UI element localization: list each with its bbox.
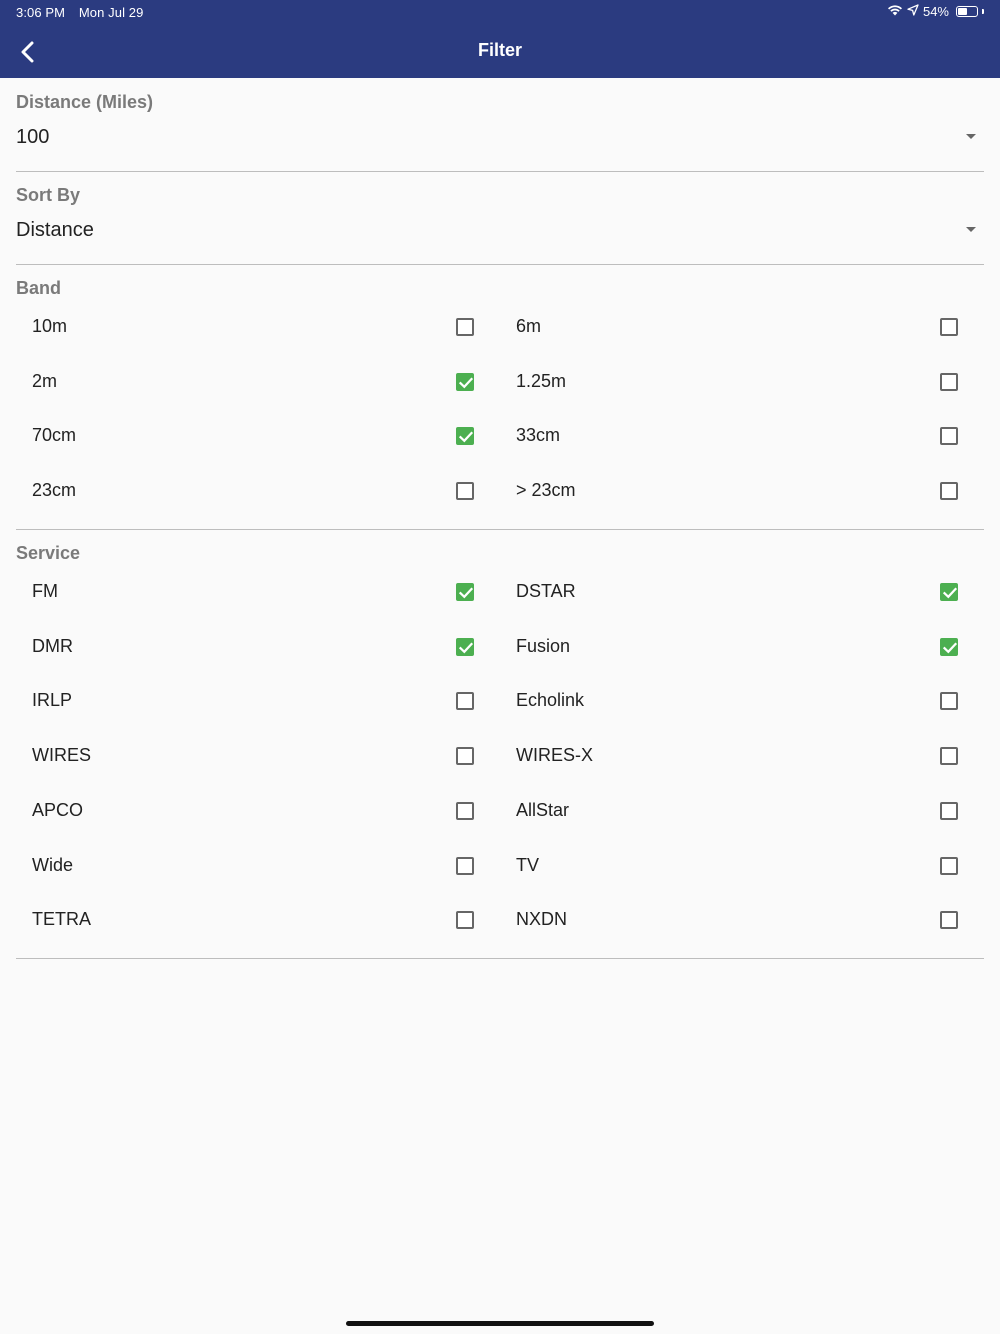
checkbox[interactable] bbox=[940, 692, 958, 711]
status-bar-right: 54% bbox=[887, 4, 984, 19]
checkbox[interactable] bbox=[940, 372, 958, 391]
battery-fill bbox=[958, 8, 967, 15]
checkmark-icon bbox=[458, 431, 474, 443]
option-label: Echolink bbox=[516, 690, 585, 711]
service-option-tv[interactable]: TV bbox=[500, 846, 984, 886]
band-option-1-25m[interactable]: 1.25m bbox=[500, 362, 984, 402]
service-option-allstar[interactable]: AllStar bbox=[500, 791, 984, 831]
checkbox[interactable] bbox=[456, 482, 474, 501]
checkbox[interactable] bbox=[940, 583, 958, 601]
service-option-wide[interactable]: Wide bbox=[16, 846, 500, 886]
checkbox[interactable] bbox=[940, 747, 958, 766]
service-option-fm[interactable]: FM bbox=[16, 572, 500, 612]
band-label: Band bbox=[16, 278, 61, 298]
distance-select[interactable]: Distance (Miles) 100 bbox=[16, 90, 984, 170]
checkbox[interactable] bbox=[456, 692, 474, 711]
service-option-irlp[interactable]: IRLP bbox=[16, 681, 500, 721]
option-label: AllStar bbox=[516, 799, 570, 820]
checkbox[interactable] bbox=[456, 372, 474, 391]
checkbox[interactable] bbox=[456, 318, 474, 336]
option-label: 23cm bbox=[32, 480, 77, 501]
option-label: WIRES bbox=[32, 745, 92, 766]
option-label: 33cm bbox=[516, 425, 561, 446]
option-label: 70cm bbox=[32, 425, 77, 446]
checkbox[interactable] bbox=[940, 482, 958, 501]
checkmark-icon bbox=[458, 642, 474, 654]
checkmark-icon bbox=[942, 642, 958, 654]
caret-down-icon bbox=[966, 227, 976, 232]
checkbox[interactable] bbox=[940, 911, 958, 930]
sort-by-select[interactable]: Sort By Distance bbox=[16, 183, 984, 263]
option-label: DSTAR bbox=[516, 581, 576, 601]
option-label: 2m bbox=[32, 370, 58, 391]
checkbox[interactable] bbox=[940, 801, 958, 820]
option-label: FM bbox=[32, 581, 58, 601]
checkbox[interactable] bbox=[456, 427, 474, 446]
option-label: > 23cm bbox=[516, 480, 576, 501]
band-option-6m[interactable]: 6m bbox=[500, 307, 984, 347]
service-option-fusion[interactable]: Fusion bbox=[500, 627, 984, 667]
checkbox[interactable] bbox=[456, 637, 474, 656]
checkbox[interactable] bbox=[456, 911, 474, 930]
checkmark-icon bbox=[458, 587, 474, 599]
home-indicator bbox=[346, 1321, 654, 1326]
divider bbox=[16, 958, 984, 959]
option-label: DMR bbox=[32, 635, 73, 656]
service-option-tetra[interactable]: TETRA bbox=[16, 900, 500, 940]
band-option-23cm[interactable]: > 23cm bbox=[500, 471, 984, 511]
checkbox[interactable] bbox=[456, 856, 474, 875]
status-date: Mon Jul 29 bbox=[78, 5, 144, 20]
caret-down-icon bbox=[966, 134, 976, 139]
option-label: Fusion bbox=[516, 635, 571, 656]
service-option-nxdn[interactable]: NXDN bbox=[500, 900, 984, 940]
service-option-wires-x[interactable]: WIRES-X bbox=[500, 736, 984, 776]
service-option-apco[interactable]: APCO bbox=[16, 791, 500, 831]
distance-value: 100 bbox=[16, 126, 50, 148]
divider bbox=[16, 529, 984, 530]
option-label: 6m bbox=[516, 316, 542, 336]
band-option-33cm[interactable]: 33cm bbox=[500, 416, 984, 456]
location-arrow-icon bbox=[907, 4, 919, 19]
sort-by-label: Sort By bbox=[16, 185, 81, 205]
option-label: TV bbox=[516, 854, 540, 875]
band-option-23cm[interactable]: 23cm bbox=[16, 471, 500, 511]
checkbox[interactable] bbox=[456, 801, 474, 820]
checkbox[interactable] bbox=[456, 747, 474, 766]
divider bbox=[16, 264, 984, 265]
option-label: WIRES-X bbox=[516, 745, 594, 766]
battery-icon bbox=[956, 6, 978, 17]
service-option-dmr[interactable]: DMR bbox=[16, 627, 500, 667]
nav-bar: 3:06 PM Mon Jul 29 54% Filter bbox=[0, 0, 1000, 78]
checkmark-icon bbox=[942, 587, 958, 599]
band-option-10m[interactable]: 10m bbox=[16, 307, 500, 347]
service-option-dstar[interactable]: DSTAR bbox=[500, 572, 984, 612]
option-label: 1.25m bbox=[516, 370, 567, 391]
option-label: IRLP bbox=[32, 690, 73, 711]
option-label: TETRA bbox=[32, 909, 92, 930]
battery-percent: 54% bbox=[922, 4, 949, 19]
page-title: Filter bbox=[477, 40, 522, 60]
checkbox[interactable] bbox=[940, 318, 958, 336]
band-option-70cm[interactable]: 70cm bbox=[16, 416, 500, 456]
band-option-2m[interactable]: 2m bbox=[16, 362, 500, 402]
option-label: Wide bbox=[32, 854, 74, 875]
sort-by-value: Distance bbox=[16, 219, 94, 241]
distance-label: Distance (Miles) bbox=[16, 92, 154, 112]
checkbox[interactable] bbox=[940, 856, 958, 875]
checkbox[interactable] bbox=[456, 583, 474, 601]
checkmark-icon bbox=[458, 377, 474, 389]
battery-tip bbox=[982, 9, 984, 14]
checkbox[interactable] bbox=[940, 637, 958, 656]
service-label: Service bbox=[16, 543, 81, 563]
wifi-icon bbox=[887, 4, 903, 19]
checkbox[interactable] bbox=[940, 427, 958, 446]
option-label: APCO bbox=[32, 799, 84, 820]
service-option-wires[interactable]: WIRES bbox=[16, 736, 500, 776]
service-option-echolink[interactable]: Echolink bbox=[500, 681, 984, 721]
divider bbox=[16, 171, 984, 172]
status-bar-left: 3:06 PM Mon Jul 29 bbox=[16, 5, 143, 20]
status-time: 3:06 PM bbox=[16, 5, 66, 20]
option-label: NXDN bbox=[516, 909, 568, 930]
option-label: 10m bbox=[32, 316, 68, 336]
